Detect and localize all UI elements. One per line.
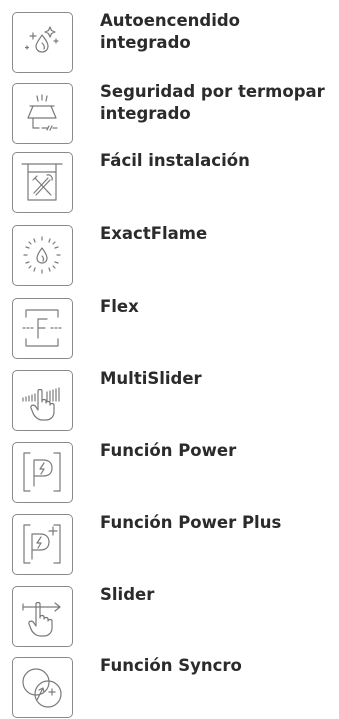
multislider-icon <box>12 370 73 431</box>
power-plus-icon <box>12 514 73 575</box>
feature-label: Fácil instalación <box>100 151 250 170</box>
feature-label: MultiSlider <box>100 369 202 388</box>
exactflame-icon <box>12 225 73 286</box>
feature-label: Función Power Plus <box>100 513 282 532</box>
auto-ignition-icon <box>12 12 73 73</box>
easy-installation-icon <box>12 152 73 213</box>
feature-label: Autoencendido integrado <box>100 11 241 52</box>
feature-label: Función Power <box>100 441 237 460</box>
feature-label: ExactFlame <box>100 224 208 243</box>
slider-icon <box>12 586 73 647</box>
feature-label: Slider <box>100 585 155 604</box>
feature-label: Flex <box>100 297 139 316</box>
feature-label: Función Syncro <box>100 656 242 675</box>
syncro-icon <box>12 657 73 718</box>
thermocouple-icon <box>12 83 73 144</box>
feature-label: Seguridad por termopar integrado <box>100 82 325 123</box>
flex-zone-icon <box>12 298 73 359</box>
power-function-icon <box>12 442 73 503</box>
